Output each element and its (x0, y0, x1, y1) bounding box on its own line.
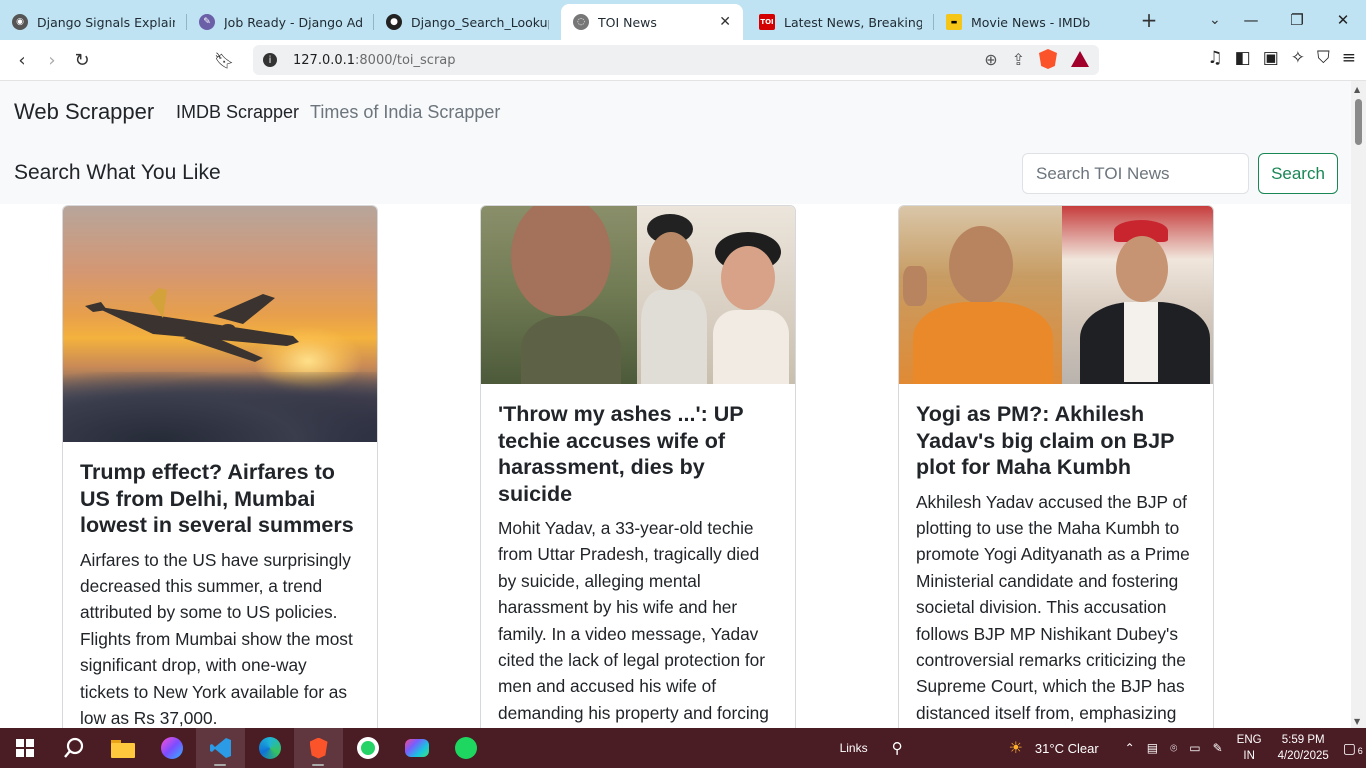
card-title[interactable]: Yogi as PM?: Akhilesh Yadav's big claim … (916, 401, 1196, 481)
m365-icon[interactable] (392, 728, 441, 768)
django-icon: ◉ (12, 14, 28, 30)
minimize-button[interactable]: — (1228, 0, 1274, 40)
links-toolbar[interactable]: Links (840, 741, 868, 755)
tab-title: Django Signals Explained (37, 14, 175, 30)
weather-text[interactable]: 31°C Clear (1035, 741, 1099, 756)
share-icon[interactable]: ⇪ (1012, 50, 1025, 69)
tab-django-signals[interactable]: ◉ Django Signals Explained (0, 6, 187, 38)
site-info-icon[interactable]: i (263, 53, 277, 67)
search-input[interactable] (1022, 153, 1249, 194)
scroll-up-icon[interactable]: ▲ (1354, 85, 1360, 94)
toolbar-right: ♫ ◧ ▣ ✧ ⛉ ≡ (1207, 48, 1356, 68)
scroll-down-icon[interactable]: ▼ (1354, 717, 1360, 726)
tab-search-chevron-icon[interactable]: ⌄ (1209, 12, 1221, 28)
github-icon: ● (386, 14, 402, 30)
url-path: :8000/toi_scrap (355, 52, 456, 68)
whatsapp-icon[interactable] (343, 728, 392, 768)
globe-icon: ◌ (573, 14, 589, 30)
tab-title: TOI News (598, 14, 657, 30)
nav-toi-scrapper[interactable]: Times of India Scrapper (310, 102, 500, 123)
site-navbar: Web Scrapper IMDB Scrapper Times of Indi… (0, 81, 1351, 204)
card-title[interactable]: 'Throw my ashes ...': UP techie accuses … (498, 401, 778, 507)
menu-icon[interactable]: ≡ (1342, 48, 1356, 68)
url-host: 127.0.0.1 (293, 52, 356, 68)
address-bar[interactable]: i 127.0.0.1:8000/toi_scrap ⊕ ⇪ (253, 45, 1099, 75)
page-subtitle: Search What You Like (14, 161, 221, 184)
tab-title: Movie News - IMDb (971, 14, 1091, 30)
pen-icon[interactable]: ✎ (1213, 741, 1223, 755)
card-image-couple (481, 206, 795, 384)
vscode-icon[interactable] (196, 728, 245, 768)
card-title[interactable]: Trump effect? Airfares to US from Delhi,… (80, 459, 360, 539)
lang-top: ENG (1236, 734, 1262, 746)
card-image-politicians (899, 206, 1213, 384)
brave-shields-icon[interactable] (1039, 49, 1057, 69)
window-controls: — ❐ ✕ (1228, 0, 1366, 40)
tab-imdb[interactable]: ▬ Movie News - IMDb (934, 6, 1121, 38)
tab-title: Job Ready - Django Advan (224, 14, 362, 30)
clock-date: 4/20/2025 (1277, 750, 1329, 762)
reload-icon[interactable]: ↻ (67, 45, 97, 75)
vertical-scrollbar[interactable]: ▲ ▼ (1351, 81, 1366, 728)
news-card: 'Throw my ashes ...': UP techie accuses … (480, 205, 796, 728)
network-icon[interactable]: ▤ (1147, 741, 1158, 755)
search-button[interactable]: Search (1258, 153, 1338, 194)
file-explorer-icon[interactable] (98, 728, 147, 768)
tab-github[interactable]: ● Django_Search_Lookups/E (374, 6, 561, 38)
spotify-icon[interactable] (441, 728, 490, 768)
notification-icon[interactable]: ▢ 6 (1343, 740, 1363, 757)
scrollbar-thumb[interactable] (1355, 99, 1362, 145)
site-brand[interactable]: Web Scrapper (14, 99, 154, 125)
tab-toi-news[interactable]: ◌ TOI News ✕ (561, 4, 743, 40)
edge-icon[interactable] (245, 728, 294, 768)
start-icon[interactable] (0, 728, 49, 768)
system-tray: Links ⚲ ☀ 31°C Clear ⌃ ▤ ⌾ ▭ ✎ ENG IN 5:… (834, 728, 1366, 768)
card-text: Mohit Yadav, a 33-year-old techie from U… (498, 518, 769, 723)
toi-icon: TOI (759, 14, 775, 30)
display-icon[interactable]: ▭ (1189, 741, 1200, 755)
course-icon: ✎ (199, 14, 215, 30)
language-indicator[interactable]: ENG IN (1237, 732, 1262, 764)
nav-imdb-scrapper[interactable]: IMDB Scrapper (176, 102, 299, 123)
search-icon[interactable] (49, 728, 98, 768)
card-text: Akhilesh Yadav accused the BJP of plotti… (916, 491, 1190, 723)
tab-job-ready[interactable]: ✎ Job Ready - Django Advan (187, 6, 374, 38)
bookmark-icon[interactable]: 🔖︎ (209, 45, 239, 75)
weather-icon[interactable]: ☀ (1009, 738, 1023, 758)
browser-toolbar: ‹ › ↻ 🔖︎ i 127.0.0.1:8000/toi_scrap ⊕ ⇪ … (0, 40, 1366, 81)
camera-icon[interactable]: ⌾ (1170, 741, 1177, 756)
wallet-icon[interactable]: ▣ (1263, 48, 1279, 68)
media-icon[interactable]: ♫ (1207, 48, 1222, 68)
notification-count: 6 (1357, 745, 1363, 756)
leo-ai-icon[interactable]: ✧ (1291, 48, 1305, 68)
back-icon[interactable]: ‹ (7, 45, 37, 75)
tab-strip: ◉ Django Signals Explained ✎ Job Ready -… (0, 0, 1366, 40)
imdb-icon: ▬ (946, 14, 962, 30)
lang-bottom: IN (1243, 750, 1255, 762)
clock[interactable]: 5:59 PM 4/20/2025 (1278, 732, 1329, 764)
news-card: Trump effect? Airfares to US from Delhi,… (62, 205, 378, 728)
people-icon[interactable]: ⚲ (892, 739, 903, 757)
close-tab-icon[interactable]: ✕ (719, 14, 731, 30)
close-window-button[interactable]: ✕ (1320, 0, 1366, 40)
app-icon[interactable] (147, 728, 196, 768)
card-image-airplane (63, 206, 377, 442)
chevron-up-icon[interactable]: ⌃ (1125, 741, 1135, 755)
page-viewport: Web Scrapper IMDB Scrapper Times of Indi… (0, 81, 1351, 728)
sidebar-icon[interactable]: ◧ (1235, 48, 1251, 68)
brave-rewards-icon[interactable] (1071, 51, 1089, 67)
zoom-icon[interactable]: ⊕ (984, 50, 997, 69)
tab-title: Latest News, Breaking Ne (784, 14, 922, 30)
new-tab-button[interactable]: + (1129, 8, 1169, 32)
card-text: Airfares to the US have surprisingly dec… (80, 549, 353, 728)
restore-button[interactable]: ❐ (1274, 0, 1320, 40)
vpn-icon[interactable]: ⛉ (1317, 48, 1330, 68)
tab-title: Django_Search_Lookups/E (411, 14, 549, 30)
brave-icon[interactable] (294, 728, 343, 768)
forward-icon[interactable]: › (37, 45, 67, 75)
windows-taskbar: Links ⚲ ☀ 31°C Clear ⌃ ▤ ⌾ ▭ ✎ ENG IN 5:… (0, 728, 1366, 768)
tab-toi-latest[interactable]: TOI Latest News, Breaking Ne (747, 6, 934, 38)
news-card: Yogi as PM?: Akhilesh Yadav's big claim … (898, 205, 1214, 728)
clock-time: 5:59 PM (1281, 734, 1325, 746)
